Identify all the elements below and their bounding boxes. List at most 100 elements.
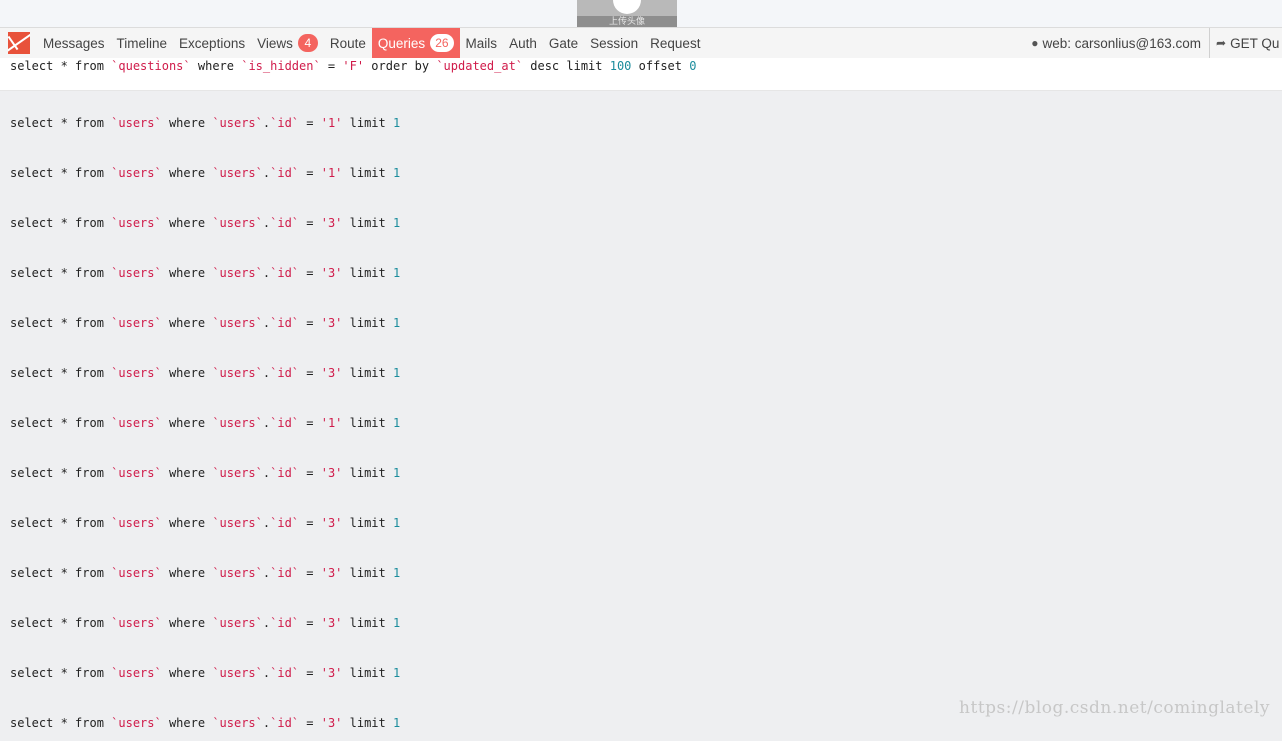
sql-keyword-token: where [161,666,213,680]
sql-keyword-token: where [161,366,213,380]
sql-keyword-token: limit [342,116,393,130]
query-row[interactable]: select * from `users` where `users`.`id`… [0,141,1282,191]
sql-keyword-token: where [190,59,242,73]
sql-number-token: 1 [392,216,401,230]
sql-keyword-token: select * from [10,566,112,580]
sql-keyword-token: offset [631,59,690,73]
tab-exceptions[interactable]: Exceptions [173,28,251,58]
sql-keyword-token: limit [342,616,393,630]
sql-string-token: `users` [212,366,263,380]
query-row[interactable]: select * from `users` where `users`.`id`… [0,391,1282,441]
laravel-logo-icon[interactable] [8,32,30,54]
sql-string-token: '3' [320,366,343,380]
sql-keyword-token: select * from [10,166,112,180]
tab-gate[interactable]: Gate [543,28,584,58]
tab-messages[interactable]: Messages [37,28,111,58]
sql-string-token: `updated_at` [436,59,524,73]
query-row[interactable]: select * from `users` where `users`.`id`… [0,441,1282,491]
sql-keyword-token: = [299,166,321,180]
sql-keyword-token: select * from [10,466,112,480]
sql-string-token: `users` [111,316,162,330]
sql-keyword-token: select * from [10,266,112,280]
sql-string-token: `questions` [111,59,191,73]
sql-number-token: 0 [689,59,697,73]
query-row[interactable]: select * from `questions` where `is_hidd… [0,58,1282,91]
sql-string-token: `id` [270,366,300,380]
sql-keyword-token: limit [342,316,393,330]
tab-mails[interactable]: Mails [460,28,504,58]
sql-number-token: 1 [392,366,401,380]
tab-queries[interactable]: Queries 26 [371,28,460,58]
query-row[interactable]: select * from `users` where `users`.`id`… [0,641,1282,691]
sql-keyword-token: select * from [10,116,112,130]
sql-string-token: `users` [212,316,263,330]
debugbar: Messages Timeline Exceptions Views 4 Route Que… [0,27,1282,59]
sql-string-token: '3' [320,266,343,280]
sql-number-token: 1 [392,266,401,280]
query-row[interactable]: select * from `users` where `users`.`id`… [0,91,1282,141]
tab-route[interactable]: Route [324,28,372,58]
request-method-label: GET Qu [1230,35,1280,51]
debugbar-tabs: Messages Timeline Exceptions Views 4 Route Que… [37,28,706,58]
tab-label: Gate [548,35,579,51]
sql-keyword-token: select * from [10,316,112,330]
sql-keyword-token: = [299,416,321,430]
query-row[interactable]: select * from `users` where `users`.`id`… [0,541,1282,591]
tab-request[interactable]: Request [644,28,706,58]
sql-keyword-token: where [161,566,213,580]
sql-string-token: 'F' [342,59,365,73]
sql-keyword-token: = [299,466,321,480]
sql-string-token: `users` [111,266,162,280]
sql-string-token: `id` [270,116,300,130]
sql-number-token: 1 [392,616,401,630]
tab-views[interactable]: Views 4 [251,28,324,58]
sql-string-token: `id` [270,566,300,580]
sql-keyword-token: where [161,166,213,180]
sql-string-token: `id` [270,666,300,680]
sql-string-token: `users` [212,516,263,530]
query-row[interactable]: select * from `users` where `users`.`id`… [0,191,1282,241]
tab-auth[interactable]: Auth [503,28,543,58]
auth-user-indicator[interactable]: ● web: carsonlius@163.com [1031,36,1209,51]
sql-keyword-token: limit [342,266,393,280]
sql-keyword-token: = [299,116,321,130]
query-row[interactable]: select * from `users` where `users`.`id`… [0,591,1282,641]
sql-keyword-token: where [161,266,213,280]
sql-keyword-token: = [299,566,321,580]
tab-count-badge: 26 [430,34,454,52]
sql-keyword-token: = [299,366,321,380]
sql-string-token: `users` [212,166,263,180]
upload-avatar-overlay[interactable]: 上传头像 [577,0,677,27]
sql-string-token: `id` [270,316,300,330]
tab-label: Views [257,35,293,51]
sql-number-token: 1 [392,666,401,680]
sql-keyword-token: limit [342,366,393,380]
tab-label: Exceptions [179,35,246,51]
sql-keyword-token: = [299,516,321,530]
tab-session[interactable]: Session [584,28,644,58]
sql-keyword-token: select * from [10,666,112,680]
tab-label: Request [650,35,701,51]
query-row[interactable]: select * from `users` where `users`.`id`… [0,241,1282,291]
tab-timeline[interactable]: Timeline [111,28,174,58]
query-row[interactable]: select * from `users` where `users`.`id`… [0,291,1282,341]
tab-count-badge: 4 [297,34,318,52]
sql-keyword-token: limit [342,666,393,680]
sql-keyword-token: select * from [10,516,112,530]
sql-keyword-token: select * from [10,616,112,630]
sql-string-token: `users` [212,566,263,580]
sql-keyword-token: select * from [10,59,112,73]
request-method-indicator[interactable]: ➦ GET Qu [1209,28,1282,58]
sql-number-token: 1 [392,516,401,530]
sql-string-token: '3' [320,566,343,580]
sql-string-token: '3' [320,216,343,230]
query-row[interactable]: select * from `users` where `users`.`id`… [0,341,1282,391]
debugbar-right-area: ● web: carsonlius@163.com ➦ GET Qu [1031,28,1282,58]
sql-keyword-token: where [161,316,213,330]
sql-keyword-token: limit [342,416,393,430]
query-row[interactable]: select * from `users` where `users`.`id`… [0,491,1282,541]
sql-string-token: `users` [111,366,162,380]
avatar-icon [613,0,641,14]
sql-number-token: 1 [392,316,401,330]
sql-string-token: `users` [111,566,162,580]
